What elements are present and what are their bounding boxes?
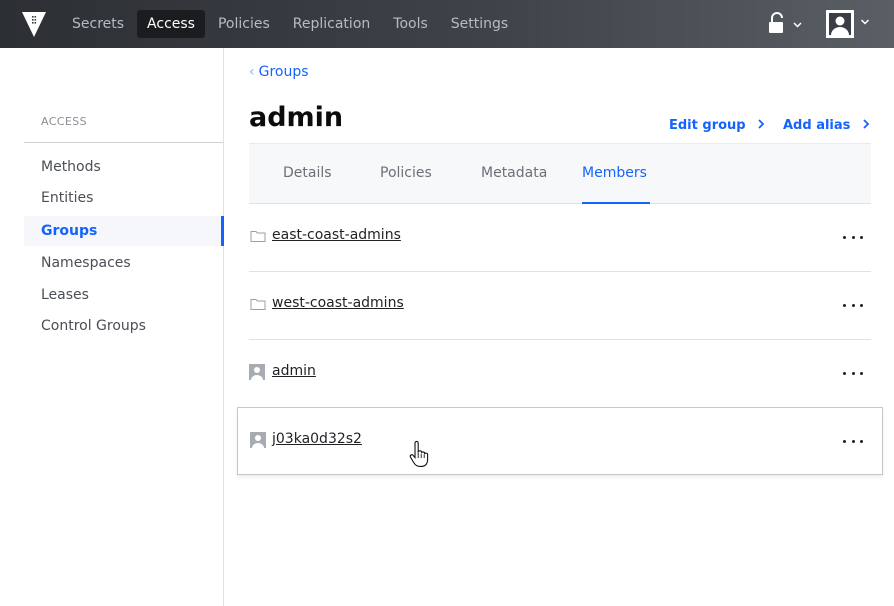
sidebar-item-control-groups[interactable]: Control Groups bbox=[24, 311, 224, 341]
tab-members[interactable]: Members bbox=[582, 144, 650, 204]
sidebar-heading: ACCESS bbox=[41, 115, 88, 128]
hand-cursor-icon bbox=[409, 440, 429, 467]
list-item[interactable]: east-coast-admins bbox=[249, 204, 871, 272]
chevron-right-icon bbox=[758, 119, 765, 129]
sidebar-divider bbox=[24, 142, 223, 143]
nav-policies[interactable]: Policies bbox=[208, 10, 280, 38]
sidebar: ACCESS Methods Entities Groups Namespace… bbox=[0, 48, 224, 606]
breadcrumb[interactable]: ‹ Groups bbox=[249, 64, 309, 80]
user-icon bbox=[827, 11, 853, 37]
sidebar-item-leases[interactable]: Leases bbox=[24, 280, 224, 310]
chevron-left-icon: ‹ bbox=[249, 64, 255, 80]
member-link[interactable]: j03ka0d32s2 bbox=[272, 431, 362, 447]
edit-group-button[interactable]: Edit group bbox=[669, 118, 766, 133]
member-link[interactable]: admin bbox=[272, 363, 316, 379]
folder-icon bbox=[250, 299, 266, 310]
chevron-down-icon[interactable] bbox=[860, 18, 870, 26]
user-icon bbox=[249, 364, 265, 380]
nav-replication[interactable]: Replication bbox=[283, 10, 380, 38]
breadcrumb-groups[interactable]: Groups bbox=[259, 64, 309, 80]
list-item[interactable]: admin bbox=[249, 340, 871, 408]
main-nav: Secrets Access Policies Replication Tool… bbox=[62, 10, 521, 38]
tab-details[interactable]: Details bbox=[283, 144, 332, 204]
chevron-right-icon bbox=[863, 119, 870, 129]
unlocked-icon[interactable] bbox=[767, 12, 807, 36]
sidebar-item-groups[interactable]: Groups bbox=[24, 216, 224, 246]
nav-access[interactable]: Access bbox=[137, 10, 205, 38]
tab-policies[interactable]: Policies bbox=[380, 144, 432, 204]
list-item[interactable]: west-coast-admins bbox=[249, 272, 871, 340]
folder-icon bbox=[250, 231, 266, 242]
tab-metadata[interactable]: Metadata bbox=[481, 144, 547, 204]
add-alias-button[interactable]: Add alias bbox=[783, 118, 871, 133]
sidebar-item-entities[interactable]: Entities bbox=[24, 183, 224, 213]
more-options-icon[interactable] bbox=[843, 368, 863, 378]
nav-tools[interactable]: Tools bbox=[383, 10, 438, 38]
add-alias-label: Add alias bbox=[783, 118, 851, 133]
user-menu-button[interactable] bbox=[826, 10, 854, 38]
sidebar-item-methods[interactable]: Methods bbox=[24, 152, 224, 182]
more-options-icon[interactable] bbox=[843, 436, 863, 446]
user-icon bbox=[250, 432, 266, 448]
top-navigation-bar: Secrets Access Policies Replication Tool… bbox=[0, 0, 894, 48]
more-options-icon[interactable] bbox=[843, 232, 863, 242]
sidebar-item-namespaces[interactable]: Namespaces bbox=[24, 248, 224, 278]
page-title: admin bbox=[249, 102, 344, 133]
vault-logo-icon[interactable] bbox=[20, 10, 48, 38]
nav-settings[interactable]: Settings bbox=[441, 10, 518, 38]
member-link[interactable]: west-coast-admins bbox=[272, 295, 404, 311]
edit-group-label: Edit group bbox=[669, 118, 746, 133]
list-item[interactable]: j03ka0d32s2 bbox=[237, 407, 883, 475]
member-link[interactable]: east-coast-admins bbox=[272, 227, 401, 243]
nav-secrets[interactable]: Secrets bbox=[62, 10, 134, 38]
tab-bar: Details Policies Metadata Members bbox=[249, 143, 871, 204]
more-options-icon[interactable] bbox=[843, 300, 863, 310]
